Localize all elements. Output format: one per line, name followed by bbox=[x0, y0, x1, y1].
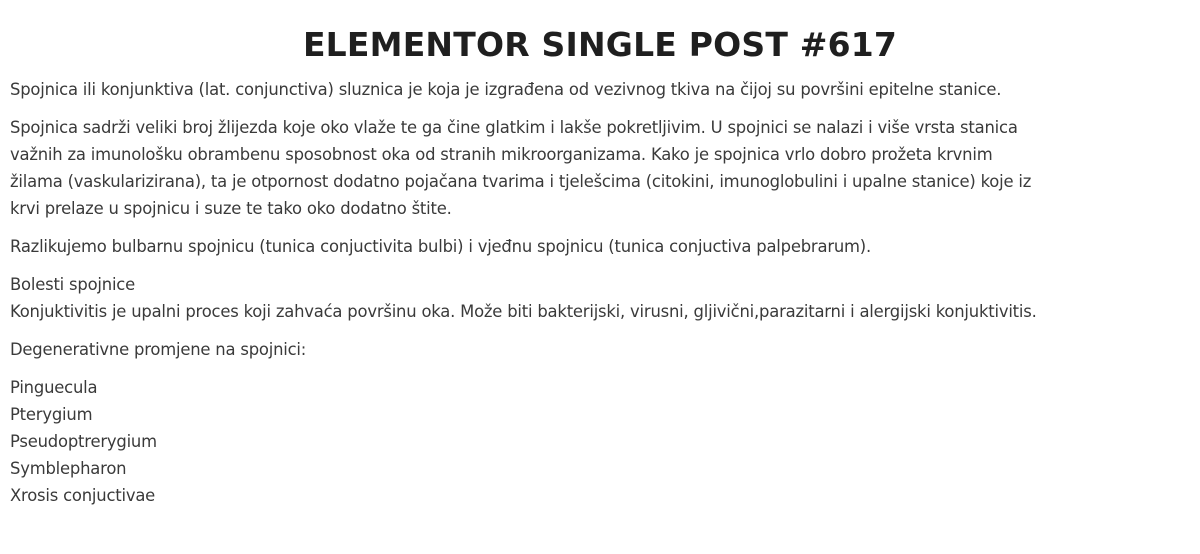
paragraph-line: važnih za imunološku obrambenu sposobnos… bbox=[10, 145, 993, 164]
page-title: ELEMENTOR SINGLE POST #617 bbox=[302, 25, 898, 64]
list-item: Pseudoptrerygium bbox=[10, 432, 157, 451]
page: ELEMENTOR SINGLE POST #617 Spojnica ili … bbox=[0, 0, 1200, 554]
paragraph-spojnica-details: Spojnica sadrži veliki broj žlijezda koj… bbox=[10, 114, 1190, 222]
list-item: Symblepharon bbox=[10, 459, 127, 478]
post-content: Spojnica ili konjunktiva (lat. conjuncti… bbox=[10, 76, 1190, 509]
paragraph-line: Konjuktivitis je upalni proces koji zahv… bbox=[10, 302, 1037, 321]
paragraph-line: žilama (vaskularizirana), ta je otpornos… bbox=[10, 172, 1032, 191]
section-heading: Bolesti spojnice bbox=[10, 275, 136, 294]
paragraph-line: krvi prelaze u spojnicu i suze te tako o… bbox=[10, 199, 452, 218]
degenerative-list: Pinguecula Pterygium Pseudoptrerygium Sy… bbox=[10, 374, 1190, 509]
paragraph-types: Razlikujemo bulbarnu spojnicu (tunica co… bbox=[10, 237, 872, 256]
list-item: Pinguecula bbox=[10, 378, 98, 397]
list-item: Xrosis conjuctivae bbox=[10, 486, 156, 505]
paragraph-diseases: Bolesti spojnice Konjuktivitis je upalni… bbox=[10, 271, 1190, 325]
paragraph-intro: Spojnica ili konjunktiva (lat. conjuncti… bbox=[10, 80, 1002, 99]
list-item: Pterygium bbox=[10, 405, 93, 424]
paragraph-line: Spojnica sadrži veliki broj žlijezda koj… bbox=[10, 118, 1018, 137]
paragraph-degenerative: Degenerativne promjene na spojnici: bbox=[10, 340, 307, 359]
